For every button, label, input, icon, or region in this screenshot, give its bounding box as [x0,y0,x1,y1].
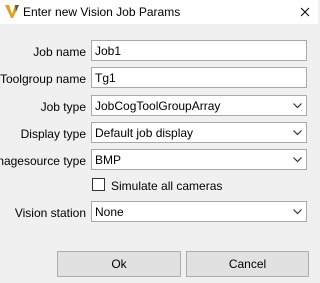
display-type-select[interactable]: Default job display [91,122,307,143]
simulate-all-cameras-checkbox[interactable] [92,178,105,191]
vision-station-label: Vision station [14,206,86,220]
close-icon [300,7,310,17]
close-button[interactable] [298,0,318,24]
chevron-down-icon [293,130,302,136]
imagesource-type-select[interactable]: BMP [91,149,307,170]
display-type-value: Default job display [95,126,194,140]
window-title: Enter new Vision Job Params [23,5,181,19]
job-name-field[interactable] [91,40,307,61]
job-type-select[interactable]: JobCogToolGroupArray [91,95,307,116]
imagesource-type-label: Imagesource type [0,154,86,168]
job-type-label: Job type [40,100,86,114]
job-type-value: JobCogToolGroupArray [95,99,221,113]
ok-button[interactable]: Ok [57,251,181,277]
vision-station-select[interactable]: None [91,201,307,222]
vision-station-value: None [95,205,124,219]
vision-logo-icon [5,5,19,18]
simulate-all-cameras-label[interactable]: Simulate all cameras [111,179,222,193]
toolgroup-name-input[interactable] [92,68,306,87]
chevron-down-icon [293,103,302,109]
toolgroup-name-label: Toolgroup name [0,72,86,86]
display-type-label: Display type [20,127,86,141]
title-bar: Enter new Vision Job Params [0,0,318,24]
imagesource-type-value: BMP [95,153,122,167]
job-name-label: Job name [33,45,86,59]
cancel-button[interactable]: Cancel [186,251,309,277]
chevron-down-icon [293,209,302,215]
job-name-input[interactable] [92,41,306,60]
chevron-down-icon [293,157,302,163]
toolgroup-name-field[interactable] [91,67,307,88]
